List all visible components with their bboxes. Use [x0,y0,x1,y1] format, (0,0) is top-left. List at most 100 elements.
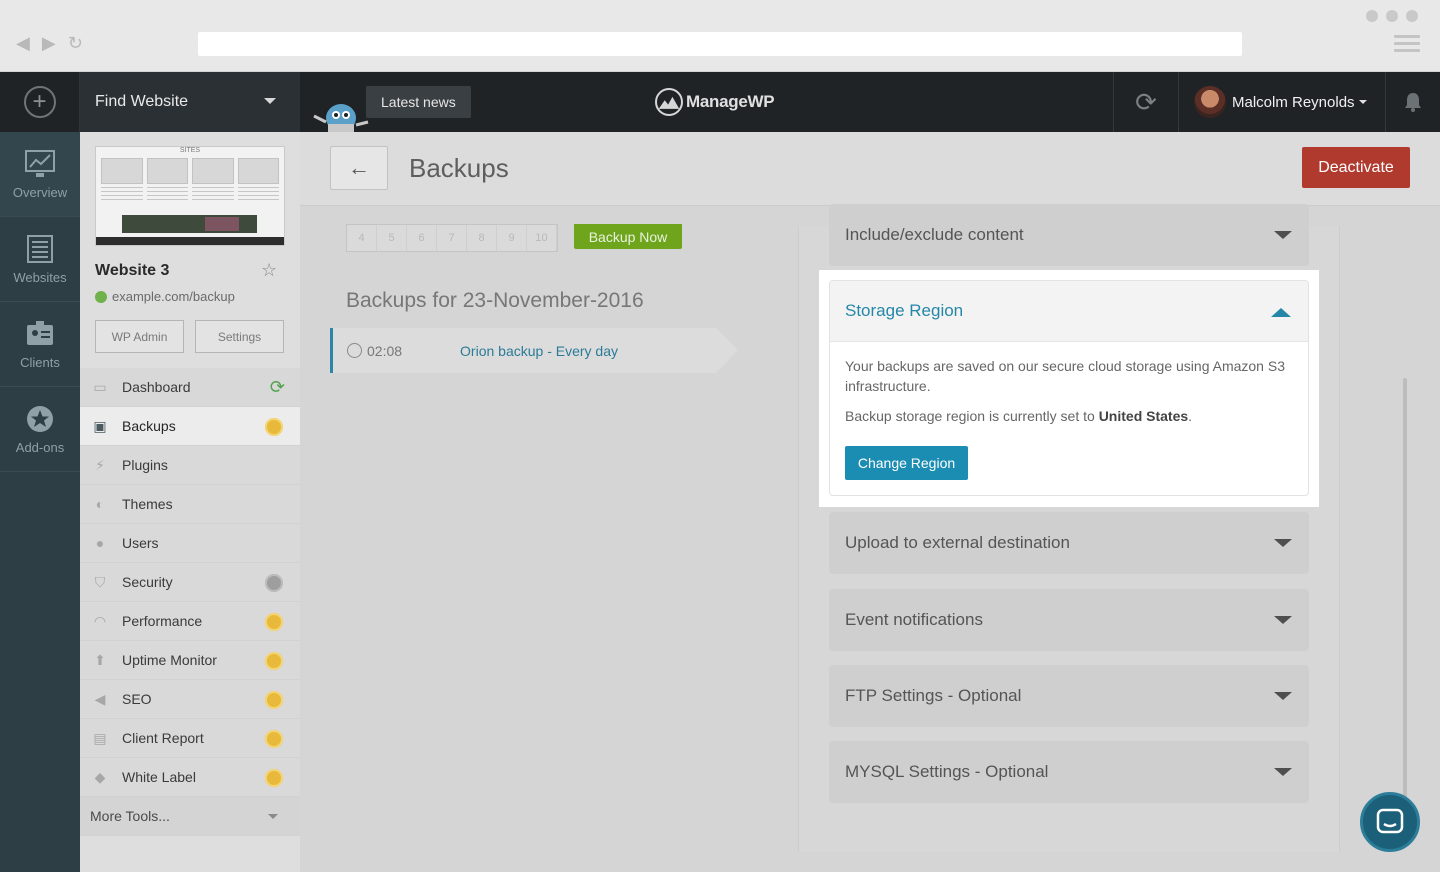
menu-label: Plugins [122,457,168,473]
page-number[interactable]: 10 [527,225,557,251]
monitor-icon: ▭ [93,378,107,395]
site-menu: ▭ Dashboard ⟳ ▣ Backups ⚡ Plugins ◐ Them… [80,368,300,836]
managewp-logo[interactable]: ManageWP [655,88,775,116]
page-number[interactable]: 8 [467,225,497,251]
storage-region-body: Your backups are saved on our secure clo… [830,342,1308,494]
site-buttons: WP Admin Settings [95,320,284,353]
chat-icon [1376,808,1404,834]
user-icon: ● [95,535,105,551]
notifications-button[interactable] [1386,72,1440,132]
rail-label: Clients [20,354,60,370]
back-arrow-icon[interactable]: ◀ [16,33,30,54]
rail-label: Overview [12,184,68,200]
site-url-text: example.com/backup [112,289,235,304]
premium-gear-icon [265,691,283,709]
page-number[interactable]: 5 [377,225,407,251]
wp-admin-button[interactable]: WP Admin [95,320,184,353]
accordion-upload-external[interactable]: Upload to external destination [829,512,1309,574]
backup-row[interactable]: 02:08 Orion backup - Every day [330,328,738,373]
menu-label: Security [122,574,173,590]
menu-item-security[interactable]: ⛉ Security [80,563,300,602]
accordion-label: Upload to external destination [845,533,1070,552]
address-bar[interactable] [198,32,1242,56]
menu-item-users[interactable]: ● Users [80,524,300,563]
rail-item-websites[interactable]: Websites [0,217,80,302]
gear-icon [265,574,283,592]
megaphone-icon: ◀ [94,690,106,707]
backups-date-heading: Backups for 23-November-2016 [346,289,644,312]
menu-item-themes[interactable]: ◐ Themes [80,485,300,524]
add-website-button[interactable]: + [0,72,80,132]
backup-now-button[interactable]: Backup Now [574,224,682,249]
forward-arrow-icon[interactable]: ▶ [42,33,56,54]
menu-label: Themes [122,496,173,512]
deactivate-button[interactable]: Deactivate [1302,147,1410,188]
avatar [1194,86,1226,118]
menu-item-performance[interactable]: ◠ Performance [80,602,300,641]
menu-item-client-report[interactable]: ▤ Client Report [80,719,300,758]
refresh-icon: ⟳ [269,377,285,397]
accordion-mysql-settings[interactable]: MYSQL Settings - Optional [829,741,1309,803]
page-number[interactable]: 7 [437,225,467,251]
sync-button[interactable]: ⟳ [1113,72,1179,132]
page-number[interactable]: 4 [347,225,377,251]
backup-time: 02:08 [347,343,402,359]
menu-label: Performance [122,613,203,629]
website-thumbnail[interactable]: SITES [95,146,285,246]
chat-launcher-button[interactable] [1360,792,1420,852]
backup-time-text: 02:08 [367,342,403,359]
menu-label: White Label [122,769,196,785]
change-region-button[interactable]: Change Region [845,446,968,480]
websites-list-icon [27,234,53,263]
pagination: 4 5 6 7 8 9 10 [346,224,558,252]
chevron-down-icon [268,814,278,819]
chevron-down-icon [1274,768,1292,776]
menu-label: Uptime Monitor [122,652,217,668]
menu-item-dashboard[interactable]: ▭ Dashboard ⟳ [80,368,300,407]
menu-item-backups[interactable]: ▣ Backups [80,407,300,446]
robot-mascot-icon [313,104,369,132]
region-suffix: . [1188,408,1193,424]
settings-button[interactable]: Settings [195,320,284,353]
menu-item-uptime-monitor[interactable]: ⬆ Uptime Monitor [80,641,300,680]
storage-region-header[interactable]: Storage Region [830,281,1308,342]
browser-menu-icon[interactable] [1394,35,1420,56]
page-header: ← Backups Deactivate [300,132,1440,206]
menu-item-seo[interactable]: ◀ SEO [80,680,300,719]
region-prefix: Backup storage region is currently set t… [845,408,1095,424]
rail-item-clients[interactable]: Clients [0,302,80,387]
accordion-ftp-settings[interactable]: FTP Settings - Optional [829,665,1309,727]
page-number[interactable]: 6 [407,225,437,251]
addons-star-icon [27,405,53,432]
site-panel: SITES Website 3 ☆ example.com/backup WP … [80,132,300,872]
accordion-event-notifications[interactable]: Event notifications [829,589,1309,651]
reload-icon[interactable]: ↻ [68,33,83,54]
browser-chrome: ◀ ▶ ↻ [0,0,1440,72]
rail-item-overview[interactable]: Overview [0,132,80,217]
favorite-star-icon[interactable]: ☆ [261,260,277,281]
latest-news-button[interactable]: Latest news [366,86,471,118]
globe-status-icon [95,290,107,303]
top-bar: + Find Website Latest news ManageWP ⟳ Ma… [0,72,1440,132]
premium-gear-icon [265,769,283,787]
accordion-include-exclude[interactable]: Include/exclude content [829,204,1309,266]
rail-item-addons[interactable]: Add-ons [0,387,80,472]
shield-icon: ⛉ [94,573,106,590]
backup-name[interactable]: Orion backup - Every day [460,343,618,359]
speedometer-icon: ◠ [93,612,107,629]
storage-region-highlight: Storage Region Your backups are saved on… [819,270,1319,507]
back-button[interactable]: ← [330,146,388,190]
plug-icon: ⚡ [95,456,105,473]
bell-icon [1405,93,1421,112]
page-number[interactable]: 9 [497,225,527,251]
menu-item-plugins[interactable]: ⚡ Plugins [80,446,300,485]
more-tools-label: More Tools... [90,808,170,824]
user-menu[interactable]: Malcolm Reynolds [1180,72,1386,132]
find-website-dropdown[interactable]: Find Website [80,72,300,132]
more-tools-dropdown[interactable]: More Tools... [80,797,300,836]
menu-item-white-label[interactable]: ◆ White Label [80,758,300,797]
clock-icon [347,343,362,358]
panel-scrollbar[interactable] [1403,378,1407,808]
site-url[interactable]: example.com/backup [95,289,235,304]
rail-label: Add-ons [15,439,65,455]
